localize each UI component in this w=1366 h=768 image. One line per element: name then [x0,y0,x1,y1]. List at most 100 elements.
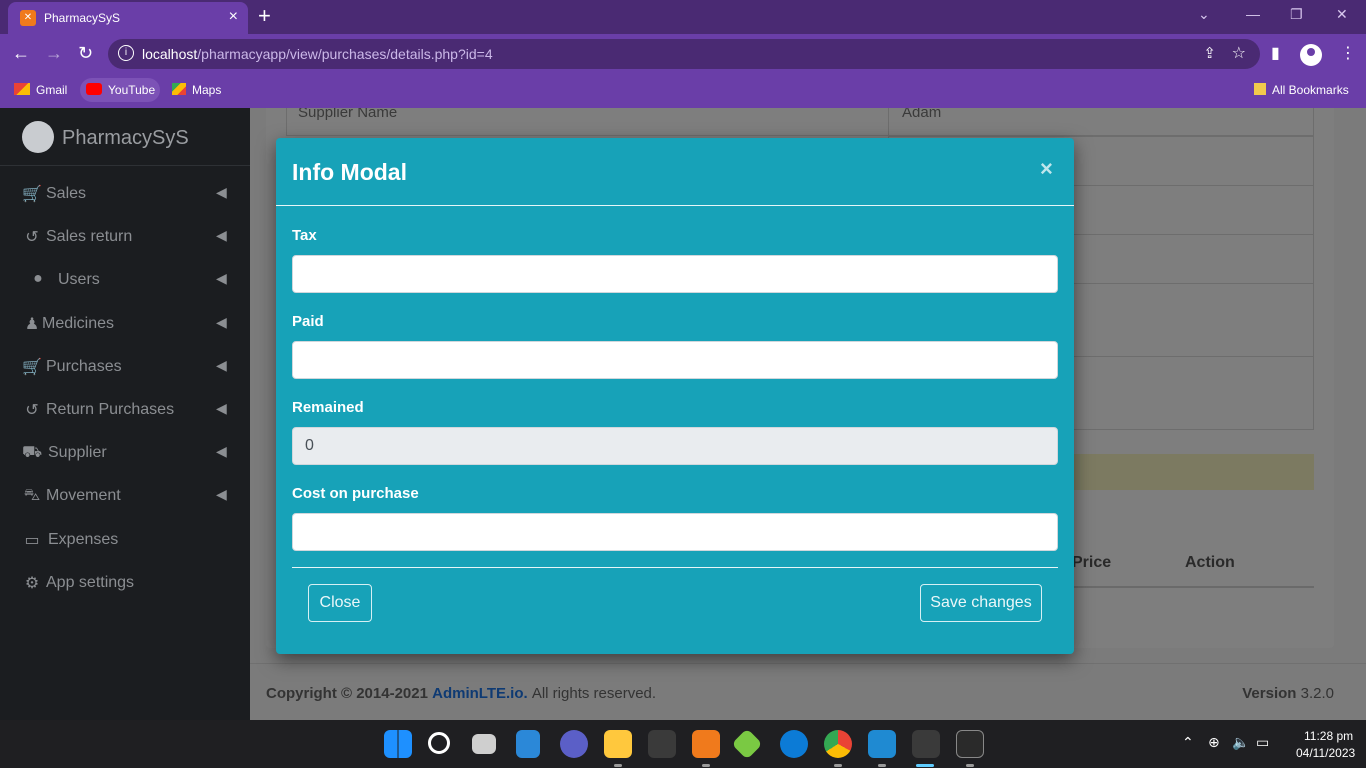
back-icon[interactable]: ← [12,43,30,64]
remained-label: Remained [292,399,364,416]
brand-name: PharmacySyS [62,127,189,149]
gmail-icon [14,83,30,95]
file-explorer-icon[interactable] [604,730,632,758]
sidebar-item-app-settings[interactable]: ⚙ App settings [0,563,250,603]
close-button[interactable]: Close [308,584,372,622]
user-icon: ● [33,270,43,287]
table-header-price: Price [1072,554,1112,571]
widgets-icon[interactable] [516,730,540,758]
share-icon[interactable]: ⇪ [1203,44,1216,62]
bookmark-gmail[interactable]: Gmail [14,83,67,97]
all-bookmarks[interactable]: All Bookmarks [1254,83,1349,97]
running-indicator [878,764,886,767]
bookmark-maps[interactable]: Maps [172,83,221,97]
chevron-left-icon: ◀ [216,400,227,416]
adminlte-link[interactable]: AdminLTE.io. [432,685,528,702]
info-modal: Info Modal × Tax Paid Remained Cost on p… [276,138,1074,654]
url-bar[interactable]: i localhost/pharmacyapp/view/purchases/d… [108,39,1260,69]
battery-icon[interactable]: ▭ [1256,734,1269,751]
paid-input[interactable] [292,341,1058,379]
sidebar-item-return-purchases[interactable]: ↺ Return Purchases ◀ [0,390,250,430]
sidebar-item-expenses[interactable]: ▭ Expenses [0,520,250,560]
sidebar-item-supplier[interactable]: ⛟ Supplier ◀ [0,433,250,473]
chrome-icon[interactable] [824,730,852,758]
reload-icon[interactable]: ↻ [78,43,93,64]
store-icon[interactable] [648,730,676,758]
bookmarks-bar: Gmail YouTube Maps All Bookmarks [0,74,1366,108]
tab-title: PharmacySyS [44,11,121,25]
restore-icon[interactable]: ❐ [1290,6,1303,23]
supplier-name-label: Supplier Name [298,108,398,121]
tax-input[interactable] [292,255,1058,293]
teams-chat-icon[interactable] [560,730,588,758]
gear-icon: ⚙ [24,575,40,592]
windows-taskbar: ⌃ ⊕ 🔈 ▭ 11:28 pm 04/11/2023 [0,720,1366,768]
maps-icon [172,83,186,95]
modal-footer-divider [292,567,1058,568]
save-changes-button[interactable]: Save changes [920,584,1042,622]
chevron-left-icon: ◀ [216,486,227,502]
sidebar-item-purchases[interactable]: 🛒 Purchases ◀ [0,347,250,387]
volume-icon[interactable]: 🔈 [1232,734,1249,751]
brand-link[interactable]: PharmacySyS [0,108,250,166]
undo-icon: ↺ [25,402,39,419]
version-value: 3.2.0 [1300,685,1334,702]
modal-header: Info Modal × [276,138,1074,206]
sidebar-item-sales[interactable]: 🛒 Sales ◀ [0,174,250,214]
cost-on-purchase-input[interactable] [292,513,1058,551]
git-icon[interactable] [731,728,763,760]
search-icon[interactable] [428,732,450,754]
cost-on-purchase-label: Cost on purchase [292,485,419,502]
clock-date: 04/11/2023 [1296,746,1356,760]
browser-tab-bar: ✕ PharmacySyS × + ⌄ — ❐ ✕ [0,0,1366,34]
supplier-name-value: Adam [902,108,942,121]
sidebar-item-sales-return[interactable]: ↺ Sales return ◀ [0,217,250,257]
clock-time: 11:28 pm [1304,729,1354,743]
profile-avatar[interactable] [1300,44,1322,66]
bookmark-youtube[interactable]: YouTube [86,83,155,97]
edge-icon[interactable] [780,730,808,758]
bookmark-star-icon[interactable]: ☆ [1232,43,1246,63]
chevron-left-icon: ◀ [216,227,227,243]
chevron-left-icon: ◀ [216,314,227,330]
info-icon[interactable]: i [118,45,134,61]
table-header-action: Action [1185,554,1235,571]
sidebar-item-medicines[interactable]: ♟ Medicines ◀ [0,304,250,344]
copyright-text: Copyright © 2014-2021 [266,685,428,702]
tray-chevron-icon[interactable]: ⌃ [1182,734,1194,751]
forward-icon[interactable]: → [45,43,63,64]
sidebar: PharmacySyS 🛒 Sales ◀ ↺ Sales return ◀ ● User… [0,108,250,720]
sidebar-item-users[interactable]: ● Users ◀ [0,260,250,300]
sidepanel-icon[interactable]: ▮ [1271,43,1280,63]
cart-icon: 🛒 [22,359,42,376]
vscode-icon[interactable] [868,730,896,758]
url-host: localhost [142,46,198,62]
close-window-icon[interactable]: ✕ [1336,6,1348,23]
modal-close-icon[interactable]: × [1040,156,1053,182]
version-label: Version [1242,685,1297,702]
youtube-icon [86,83,102,95]
active-indicator [916,764,934,767]
running-indicator [834,764,842,767]
browser-tab[interactable]: ✕ PharmacySyS × [8,2,248,34]
folder-icon [1254,83,1266,95]
new-tab-icon[interactable]: + [258,3,271,29]
close-tab-icon[interactable]: × [229,8,238,26]
task-view-icon[interactable] [472,734,496,754]
table-header-divider [1072,586,1314,588]
sidebar-item-movement[interactable]: ⛍ Movement ◀ [0,476,250,516]
minimize-icon[interactable]: — [1246,6,1260,22]
tab-search-icon[interactable]: ⌄ [1198,6,1210,23]
menu-icon[interactable]: ⋮ [1340,43,1356,63]
truck-icon: ⛟ [22,444,43,461]
paid-label: Paid [292,313,324,330]
terminal-icon[interactable] [956,730,984,758]
xampp-taskbar-icon[interactable] [692,730,720,758]
start-icon[interactable] [384,730,412,758]
alert-box [1072,454,1314,490]
clock[interactable]: 11:28 pm 04/11/2023 [1296,729,1355,760]
chevron-left-icon: ◀ [216,357,227,373]
language-icon[interactable]: ⊕ [1208,734,1220,751]
snipping-tool-icon[interactable] [912,730,940,758]
user-md-icon: ♟ [24,316,40,333]
